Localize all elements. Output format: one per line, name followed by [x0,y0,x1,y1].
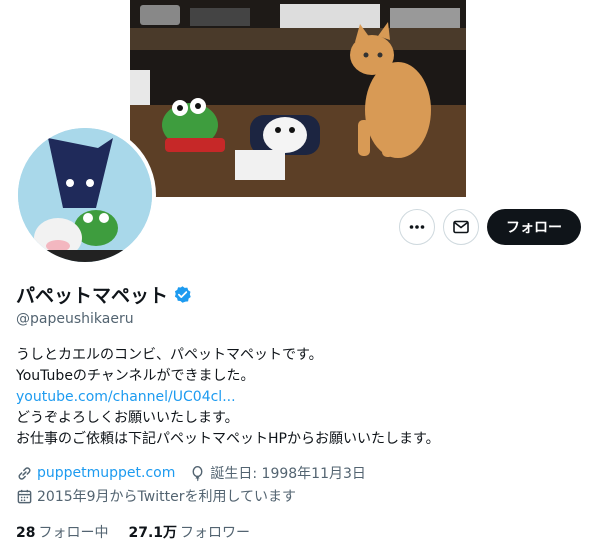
bio-line: どうぞよろしくお願いいたします。 [16,410,239,426]
website-item: puppetmuppet.com [16,465,175,482]
birthday-text: 誕生日: 1998年11月3日 [210,466,366,482]
bio-line: うしとカエルのコンビ、パペットマペットです。 [16,347,323,363]
header-banner-photo[interactable] [130,0,466,197]
avatar-image [18,128,152,262]
follow-stats: 28 フォロー中 27.1万 フォロワー [16,522,270,542]
verified-badge-icon[interactable] [173,285,192,304]
bio-line: お仕事のご依頼は下記パペットマペットHPからお願いいたします。 [16,431,440,447]
more-options-button[interactable] [399,209,435,245]
birthday-item: 誕生日: 1998年11月3日 [189,463,366,483]
name-row: パペットマペット [16,281,192,308]
link-icon [18,466,31,480]
display-name: パペットマペット [16,285,169,307]
bio-youtube-link[interactable]: youtube.com/channel/UC04cl... [16,387,576,408]
more-icon [409,225,425,229]
profile-avatar[interactable] [14,124,156,266]
profile-bio: うしとカエルのコンビ、パペットマペットです。 YouTubeのチャンネルができま… [16,345,576,450]
website-link[interactable]: puppetmuppet.com [37,465,175,481]
mail-icon [453,220,469,234]
follow-button[interactable]: フォロー [487,209,581,245]
joined-text: 2015年9月からTwitterを利用しています [37,489,297,505]
followers-label: フォロワー [180,525,251,541]
calendar-icon [17,489,32,503]
profile-meta-row: 2015年9月からTwitterを利用しています [16,486,310,506]
bio-line: YouTubeのチャンネルができました。 [16,368,255,384]
following-label: フォロー中 [38,525,109,541]
avatar-illustration [18,128,152,262]
profile-meta-row: puppetmuppet.com 誕生日: 1998年11月3日 [16,463,380,483]
joined-item: 2015年9月からTwitterを利用しています [16,486,296,506]
followers-count: 27.1万 [128,525,178,541]
user-handle: @papeushikaeru [16,311,134,327]
following-stat[interactable]: 28 フォロー中 [16,522,108,542]
followers-stat[interactable]: 27.1万 フォロワー [128,522,250,542]
balloon-icon [192,465,203,481]
banner-illustration [130,0,466,197]
message-button[interactable] [443,209,479,245]
following-count: 28 [16,525,36,541]
